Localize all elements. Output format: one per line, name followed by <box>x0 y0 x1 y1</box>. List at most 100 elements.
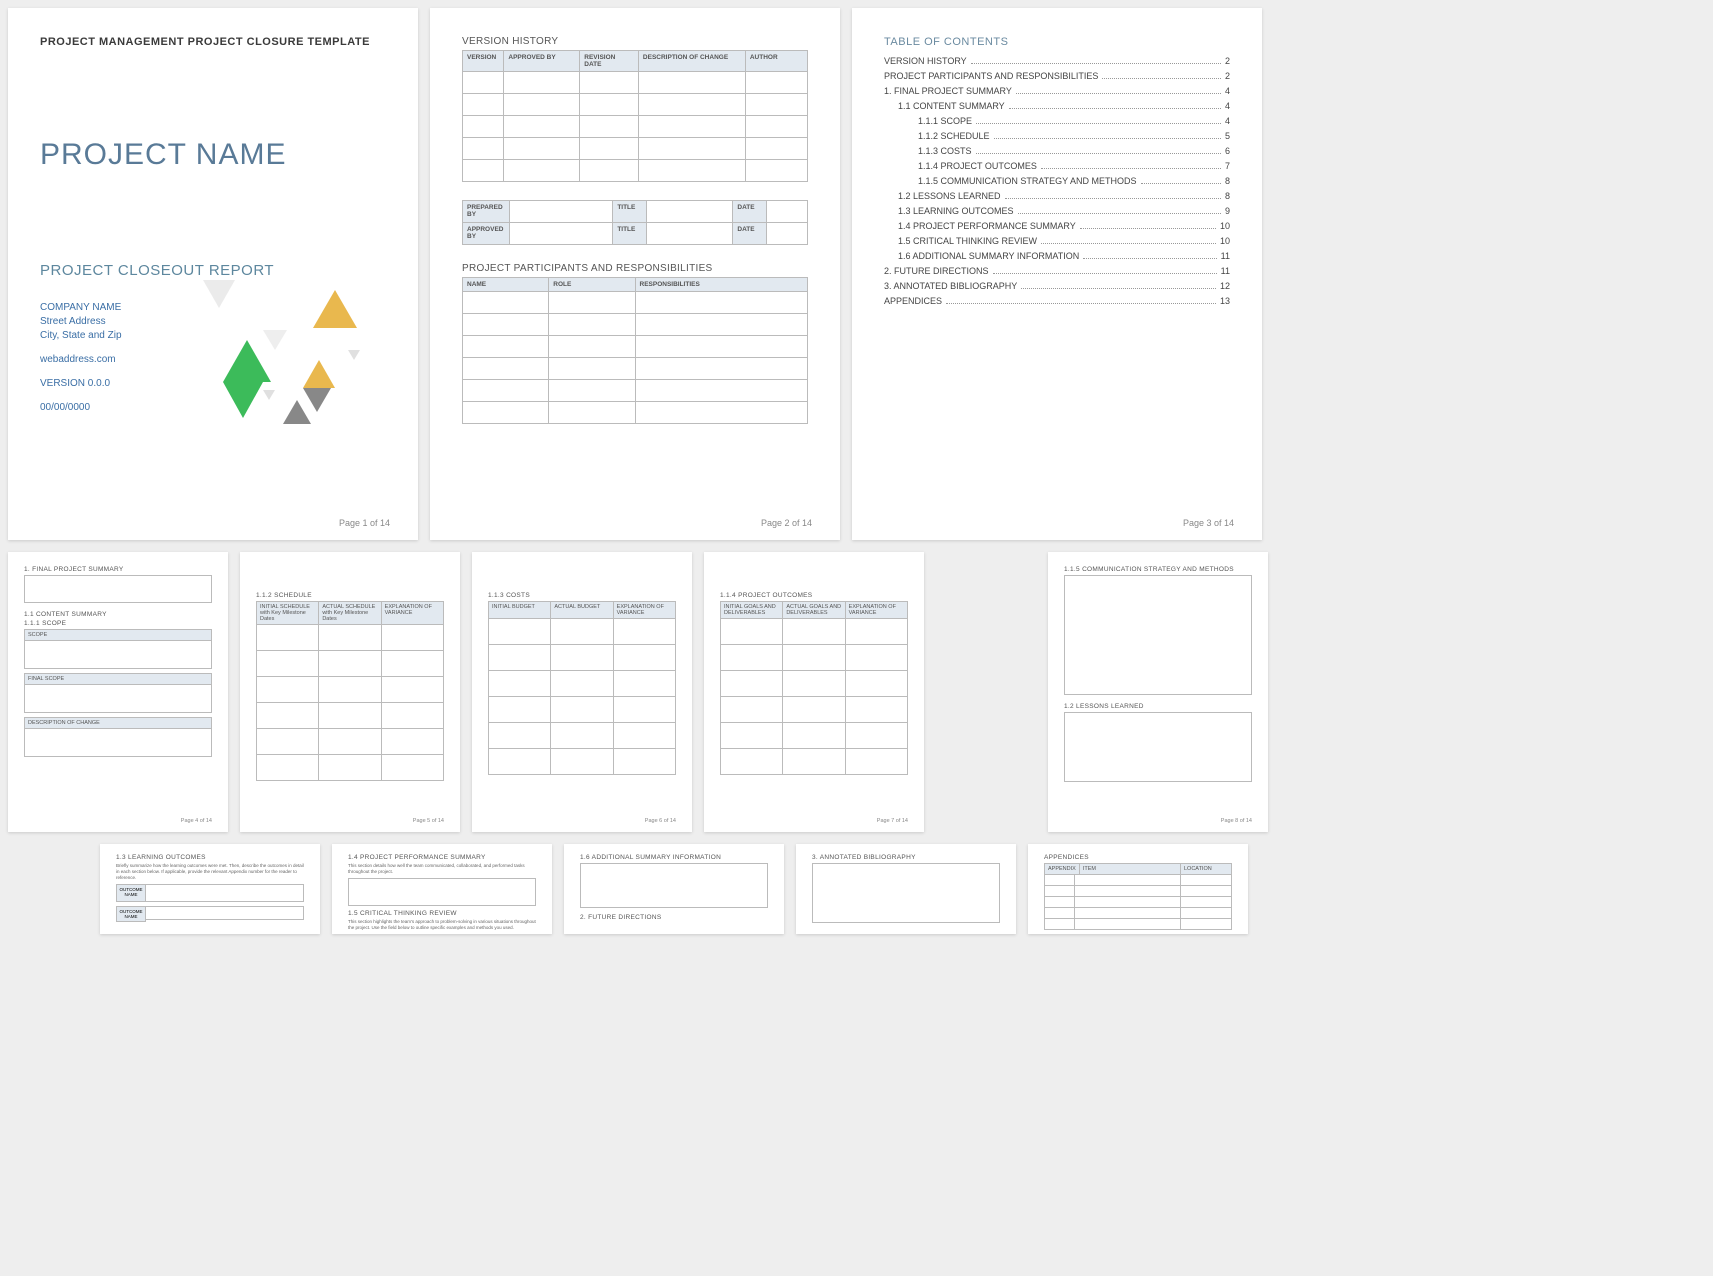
toc-label: 1. FINAL PROJECT SUMMARY <box>884 86 1012 96</box>
toc-label: 1.6 ADDITIONAL SUMMARY INFORMATION <box>898 251 1079 261</box>
toc-page-number: 10 <box>1220 221 1230 231</box>
toc-label: VERSION HISTORY <box>884 56 967 66</box>
page-11-additional: 1.6 ADDITIONAL SUMMARY INFORMATION 2. FU… <box>564 844 784 934</box>
final-scope-header: FINAL SCOPE <box>25 674 211 684</box>
toc-entry: 1.3 LEARNING OUTCOMES9 <box>884 206 1230 216</box>
toc-page-number: 2 <box>1225 71 1230 81</box>
row-large-pages: PROJECT MANAGEMENT PROJECT CLOSURE TEMPL… <box>8 8 1705 540</box>
toc-dots <box>1041 168 1221 169</box>
page-footer: Page 4 of 14 <box>181 818 212 824</box>
page-13-appendices: APPENDICES APPENDIX ITEM LOCATION <box>1028 844 1248 934</box>
row-small-pages: 1. FINAL PROJECT SUMMARY 1.1 CONTENT SUM… <box>8 552 1705 832</box>
perf-summary-title: 1.4 PROJECT PERFORMANCE SUMMARY <box>348 854 536 861</box>
approved-by-label: APPROVED BY <box>463 223 510 245</box>
toc-entry: 1.1.5 COMMUNICATION STRATEGY AND METHODS… <box>884 176 1230 186</box>
page-1-cover: PROJECT MANAGEMENT PROJECT CLOSURE TEMPL… <box>8 8 418 540</box>
toc-entry: 1. FINAL PROJECT SUMMARY 4 <box>884 86 1230 96</box>
toc-page-number: 4 <box>1225 86 1230 96</box>
toc-dots <box>1041 243 1216 244</box>
page-footer: Page 2 of 14 <box>761 518 812 528</box>
decorative-triangles-art <box>203 280 383 450</box>
app-h2: ITEM <box>1080 864 1181 874</box>
toc-label: PROJECT PARTICIPANTS AND RESPONSIBILITIE… <box>884 71 1098 81</box>
row-cropped-pages: 1.3 LEARNING OUTCOMES Briefly summarize … <box>8 844 1705 934</box>
date-label-1: DATE <box>733 201 766 223</box>
page-7-outcomes: 1.1.4 PROJECT OUTCOMES INITIAL GOALS AND… <box>704 552 924 832</box>
outcomes-title: 1.1.4 PROJECT OUTCOMES <box>720 592 908 599</box>
title-label-2: TITLE <box>613 223 647 245</box>
vh-header-desc: DESCRIPTION OF CHANGE <box>638 51 745 72</box>
toc-page-number: 13 <box>1220 296 1230 306</box>
toc-dots <box>1005 198 1221 199</box>
cost-h1: INITIAL BUDGET <box>489 602 551 618</box>
toc-dots <box>971 63 1221 64</box>
schedule-title: 1.1.2 SCHEDULE <box>256 592 444 599</box>
final-summary-title: 1. FINAL PROJECT SUMMARY <box>24 566 212 573</box>
page-footer: Page 8 of 14 <box>1221 818 1252 824</box>
sched-h1: INITIAL SCHEDULE with Key Milestone Date… <box>257 602 319 624</box>
toc-dots <box>1016 93 1221 94</box>
toc-label: 1.4 PROJECT PERFORMANCE SUMMARY <box>898 221 1076 231</box>
critical-thinking-desc: This section highlights the team's appro… <box>348 919 536 931</box>
cost-h3: EXPLANATION OF VARIANCE <box>614 602 675 618</box>
toc-entry: 2. FUTURE DIRECTIONS11 <box>884 266 1230 276</box>
page-footer: Page 1 of 14 <box>339 518 390 528</box>
toc-entry: APPENDICES13 <box>884 296 1230 306</box>
pp-header-role: ROLE <box>549 278 635 292</box>
toc-entry: 1.1.4 PROJECT OUTCOMES7 <box>884 161 1230 171</box>
toc-dots <box>1083 258 1216 259</box>
content-summary-title: 1.1 CONTENT SUMMARY <box>24 611 212 618</box>
pp-header-name: NAME <box>463 278 549 292</box>
toc-label: 1.1.2 SCHEDULE <box>918 131 990 141</box>
outcome-col-header-2: OUTCOME NAME <box>116 906 146 922</box>
toc-list: VERSION HISTORY2PROJECT PARTICIPANTS AND… <box>884 56 1230 306</box>
signoff-table: PREPARED BY TITLE DATE APPROVED BY TITLE… <box>462 200 808 245</box>
comm-strategy-title: 1.1.5 COMMUNICATION STRATEGY AND METHODS <box>1064 566 1252 573</box>
page-footer: Page 5 of 14 <box>413 818 444 824</box>
learning-outcomes-title: 1.3 LEARNING OUTCOMES <box>116 854 304 861</box>
page-5-schedule: 1.1.2 SCHEDULE INITIAL SCHEDULE with Key… <box>240 552 460 832</box>
title-label-1: TITLE <box>613 201 647 223</box>
toc-dots <box>1009 108 1221 109</box>
toc-dots <box>1021 288 1216 289</box>
toc-page-number: 5 <box>1225 131 1230 141</box>
page-12-bibliography: 3. ANNOTATED BIBLIOGRAPHY <box>796 844 1016 934</box>
toc-label: 2. FUTURE DIRECTIONS <box>884 266 989 276</box>
toc-page-number: 4 <box>1225 101 1230 111</box>
toc-label: 1.1.5 COMMUNICATION STRATEGY AND METHODS <box>918 176 1137 186</box>
toc-page-number: 4 <box>1225 116 1230 126</box>
toc-entry: VERSION HISTORY2 <box>884 56 1230 66</box>
toc-page-number: 11 <box>1221 251 1230 261</box>
toc-entry: PROJECT PARTICIPANTS AND RESPONSIBILITIE… <box>884 71 1230 81</box>
toc-page-number: 8 <box>1225 191 1230 201</box>
page-10-performance: 1.4 PROJECT PERFORMANCE SUMMARY This sec… <box>332 844 552 934</box>
toc-dots <box>1102 78 1221 79</box>
toc-label: 1.3 LEARNING OUTCOMES <box>898 206 1014 216</box>
toc-entry: 1.2 LESSONS LEARNED8 <box>884 191 1230 201</box>
toc-page-number: 10 <box>1220 236 1230 246</box>
toc-entry: 1.4 PROJECT PERFORMANCE SUMMARY 10 <box>884 221 1230 231</box>
page-footer: Page 7 of 14 <box>877 818 908 824</box>
outcome-col-header: OUTCOME NAME <box>116 884 146 902</box>
toc-page-number: 8 <box>1225 176 1230 186</box>
participants-title: PROJECT PARTICIPANTS AND RESPONSIBILITIE… <box>462 263 808 274</box>
vh-header-author: AUTHOR <box>745 51 807 72</box>
toc-entry: 3. ANNOTATED BIBLIOGRAPHY12 <box>884 281 1230 291</box>
perf-summary-desc: This section details how well the team c… <box>348 863 536 875</box>
toc-dots <box>976 153 1221 154</box>
toc-entry: 1.1.3 COSTS6 <box>884 146 1230 156</box>
toc-entry: 1.1 CONTENT SUMMARY4 <box>884 101 1230 111</box>
summary-box <box>24 575 212 603</box>
prepared-by-label: PREPARED BY <box>463 201 510 223</box>
toc-label: 1.1.3 COSTS <box>918 146 972 156</box>
appendices-title: APPENDICES <box>1044 854 1232 861</box>
version-history-title: VERSION HISTORY <box>462 36 808 47</box>
scope-title: 1.1.1 SCOPE <box>24 620 212 627</box>
project-title: PROJECT NAME <box>40 138 386 172</box>
toc-dots <box>1141 183 1221 184</box>
report-subtitle: PROJECT CLOSEOUT REPORT <box>40 262 386 279</box>
toc-title: TABLE OF CONTENTS <box>884 36 1230 48</box>
app-h3: LOCATION <box>1181 864 1231 874</box>
additional-info-title: 1.6 ADDITIONAL SUMMARY INFORMATION <box>580 854 768 861</box>
page-footer: Page 3 of 14 <box>1183 518 1234 528</box>
